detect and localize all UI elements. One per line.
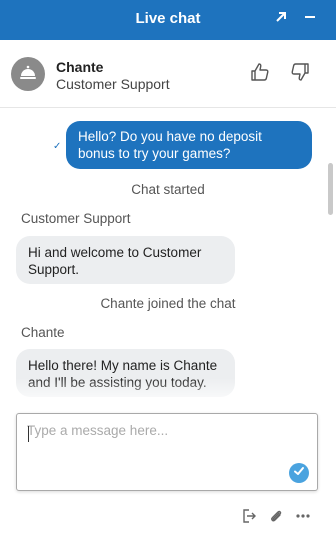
exit-door-icon	[241, 508, 257, 529]
agent-role: Customer Support	[56, 76, 170, 92]
more-options-button[interactable]	[294, 509, 312, 527]
agent-joined-notice: Chante joined the chat	[100, 296, 236, 311]
message-composer	[16, 413, 318, 491]
thumbs-up-icon	[250, 62, 270, 87]
sender-label-support: Customer Support	[21, 211, 131, 226]
minimize-icon	[303, 10, 317, 29]
visitor-message-bubble: Hello? Do you have no deposit bonus to t…	[66, 121, 312, 169]
expand-button[interactable]	[270, 8, 292, 30]
send-button[interactable]	[289, 463, 309, 483]
agent-name: Chante	[56, 59, 104, 75]
delivered-check-icon: ✓	[53, 141, 62, 152]
thumbs-up-button[interactable]	[248, 62, 272, 86]
more-dots-icon	[295, 508, 311, 529]
send-check-icon	[293, 464, 305, 482]
agent-avatar	[11, 57, 45, 91]
expand-arrow-icon	[274, 10, 288, 29]
sender-label-agent: Chante	[21, 325, 65, 340]
text-caret	[28, 426, 29, 442]
thumbs-down-button[interactable]	[288, 62, 312, 86]
attach-button[interactable]	[267, 509, 285, 527]
chat-started-notice: Chat started	[131, 182, 205, 197]
chat-header: Live chat	[0, 0, 336, 40]
thumbs-down-icon	[290, 62, 310, 87]
agent-info-bar: Chante Customer Support	[0, 40, 336, 108]
message-input[interactable]	[27, 423, 292, 463]
scroll-fade	[0, 378, 336, 408]
minimize-button[interactable]	[299, 8, 321, 30]
service-bell-icon	[17, 61, 39, 88]
support-message-bubble: Hi and welcome to Customer Support.	[16, 236, 235, 284]
paperclip-icon	[268, 508, 284, 529]
transfer-button[interactable]	[240, 508, 258, 529]
